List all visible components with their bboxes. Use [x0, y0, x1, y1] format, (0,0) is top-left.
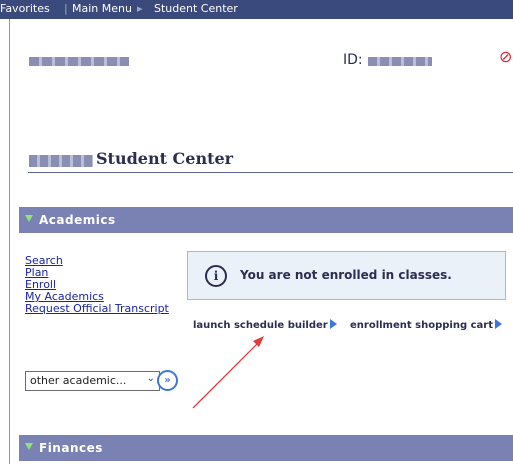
annotation-arrow-line — [192, 338, 263, 409]
annotation-arrowhead — [253, 336, 264, 347]
annotation-arrow — [192, 336, 264, 409]
finances-label: Finances — [39, 441, 103, 455]
finances-section-header[interactable]: Finances — [19, 435, 513, 461]
expand-triangle-icon — [25, 443, 33, 450]
